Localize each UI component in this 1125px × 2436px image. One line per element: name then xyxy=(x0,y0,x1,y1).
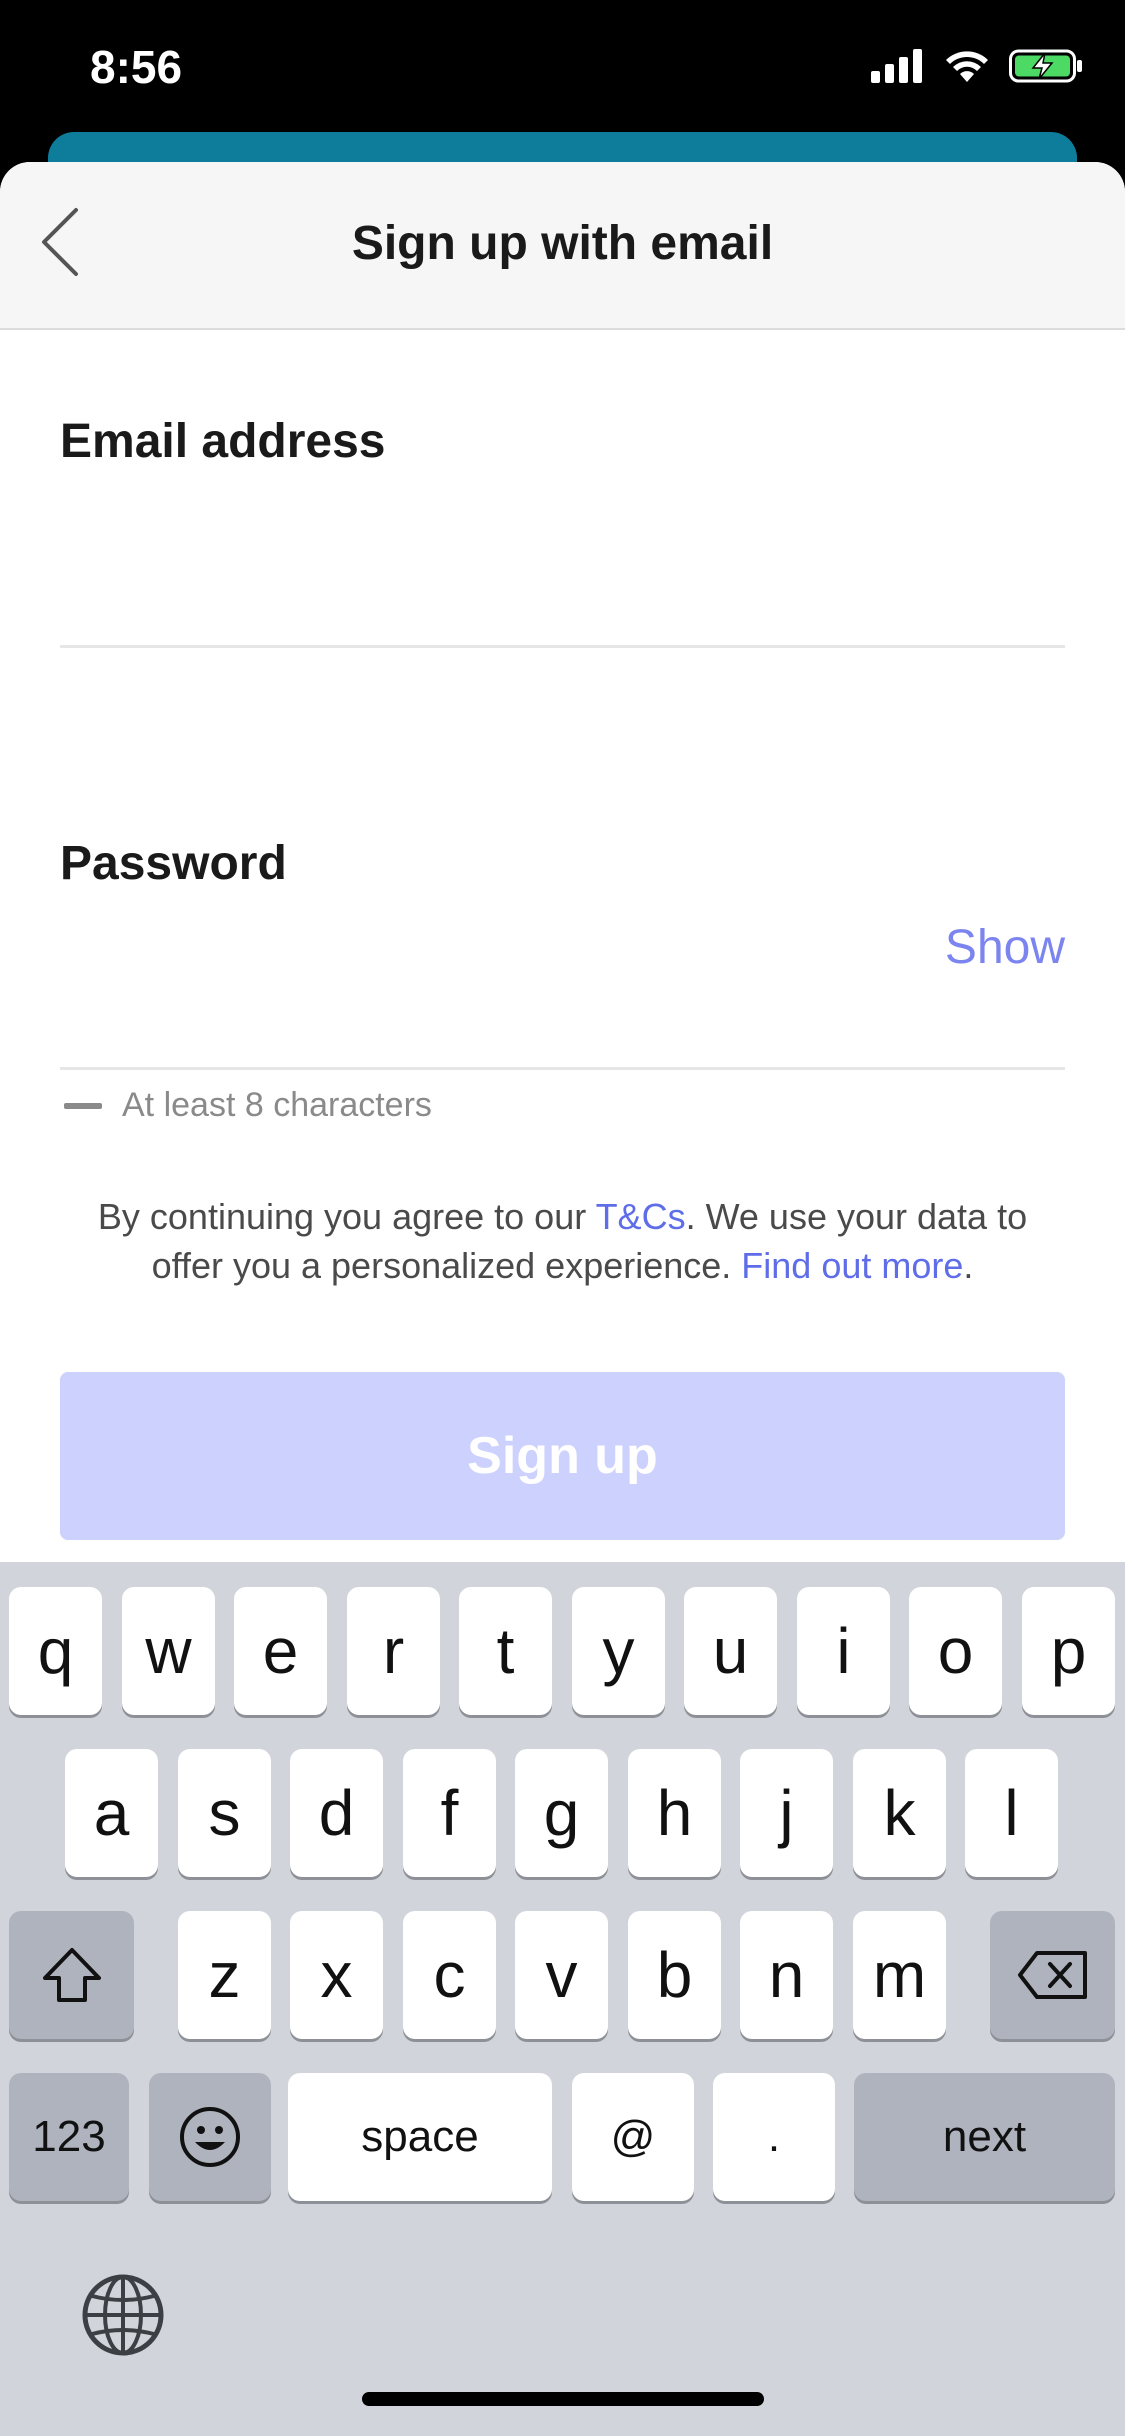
wifi-icon xyxy=(946,51,988,82)
page-title: Sign up with email xyxy=(351,217,774,270)
battery-charging-icon xyxy=(1009,49,1082,83)
email-field[interactable] xyxy=(60,548,1065,648)
key-n[interactable]: n xyxy=(740,1911,833,2039)
key-c[interactable]: c xyxy=(403,1911,496,2039)
status-bar: 8:56 xyxy=(0,0,1125,132)
key-w[interactable]: w xyxy=(122,1587,215,1715)
key-x[interactable]: x xyxy=(290,1911,383,2039)
key-y[interactable]: y xyxy=(572,1587,665,1715)
find-out-more-link[interactable]: Find out more xyxy=(741,1245,963,1286)
key-d[interactable]: d xyxy=(290,1749,383,1877)
key-v[interactable]: v xyxy=(515,1911,608,2039)
tcs-link[interactable]: T&Cs xyxy=(596,1196,686,1237)
key-t[interactable]: t xyxy=(459,1587,552,1715)
nav-bar: Sign up with email xyxy=(0,162,1125,330)
show-password-button[interactable]: Show xyxy=(945,920,1065,975)
password-label: Password xyxy=(60,837,287,890)
keyboard: q w e r t y u i o p a s d f g h j k l z … xyxy=(0,1562,1125,2436)
key-s[interactable]: s xyxy=(178,1749,271,1877)
status-time: 8:56 xyxy=(90,41,183,93)
signup-sheet: Sign up with email Email address Passwor… xyxy=(0,162,1125,1562)
hint-dash-icon xyxy=(64,1102,102,1109)
key-r[interactable]: r xyxy=(347,1587,440,1715)
key-h[interactable]: h xyxy=(628,1749,721,1877)
emoji-icon xyxy=(180,2107,240,2167)
terms-text-part3: . xyxy=(963,1245,974,1286)
key-e[interactable]: e xyxy=(234,1587,327,1715)
backspace-key[interactable] xyxy=(990,1911,1115,2039)
cellular-signal-icon xyxy=(871,49,922,83)
backspace-icon xyxy=(1017,1951,1087,1999)
password-underline xyxy=(60,1067,1065,1070)
key-z[interactable]: z xyxy=(178,1911,271,2039)
next-key[interactable]: next xyxy=(854,2073,1115,2201)
key-o[interactable]: o xyxy=(909,1587,1002,1715)
password-field[interactable] xyxy=(60,972,920,1072)
email-label: Email address xyxy=(60,415,386,468)
numbers-key[interactable]: 123 xyxy=(9,2073,129,2201)
key-f[interactable]: f xyxy=(403,1749,496,1877)
key-b[interactable]: b xyxy=(628,1911,721,2039)
terms-text-part1: By continuing you agree to our xyxy=(97,1196,596,1237)
key-a[interactable]: a xyxy=(65,1749,158,1877)
key-m[interactable]: m xyxy=(853,1911,946,2039)
space-key[interactable]: space xyxy=(288,2073,552,2201)
password-hint: At least 8 characters xyxy=(64,1086,432,1125)
key-p[interactable]: p xyxy=(1022,1587,1115,1715)
emoji-key[interactable] xyxy=(149,2073,271,2201)
shift-arrow-icon xyxy=(42,1948,101,2002)
sign-up-button[interactable]: Sign up xyxy=(60,1372,1065,1540)
key-g[interactable]: g xyxy=(515,1749,608,1877)
shift-key[interactable] xyxy=(9,1911,134,2039)
dot-key[interactable]: . xyxy=(713,2073,835,2201)
at-key[interactable]: @ xyxy=(572,2073,694,2201)
key-l[interactable]: l xyxy=(965,1749,1058,1877)
globe-icon[interactable] xyxy=(80,2272,166,2358)
password-hint-text: At least 8 characters xyxy=(122,1086,432,1124)
terms-text: By continuing you agree to our T&Cs. We … xyxy=(60,1192,1065,1290)
status-icons xyxy=(871,48,1085,84)
key-i[interactable]: i xyxy=(797,1587,890,1715)
key-k[interactable]: k xyxy=(853,1749,946,1877)
key-q[interactable]: q xyxy=(9,1587,102,1715)
home-indicator xyxy=(362,2392,764,2406)
key-j[interactable]: j xyxy=(740,1749,833,1877)
key-u[interactable]: u xyxy=(684,1587,777,1715)
